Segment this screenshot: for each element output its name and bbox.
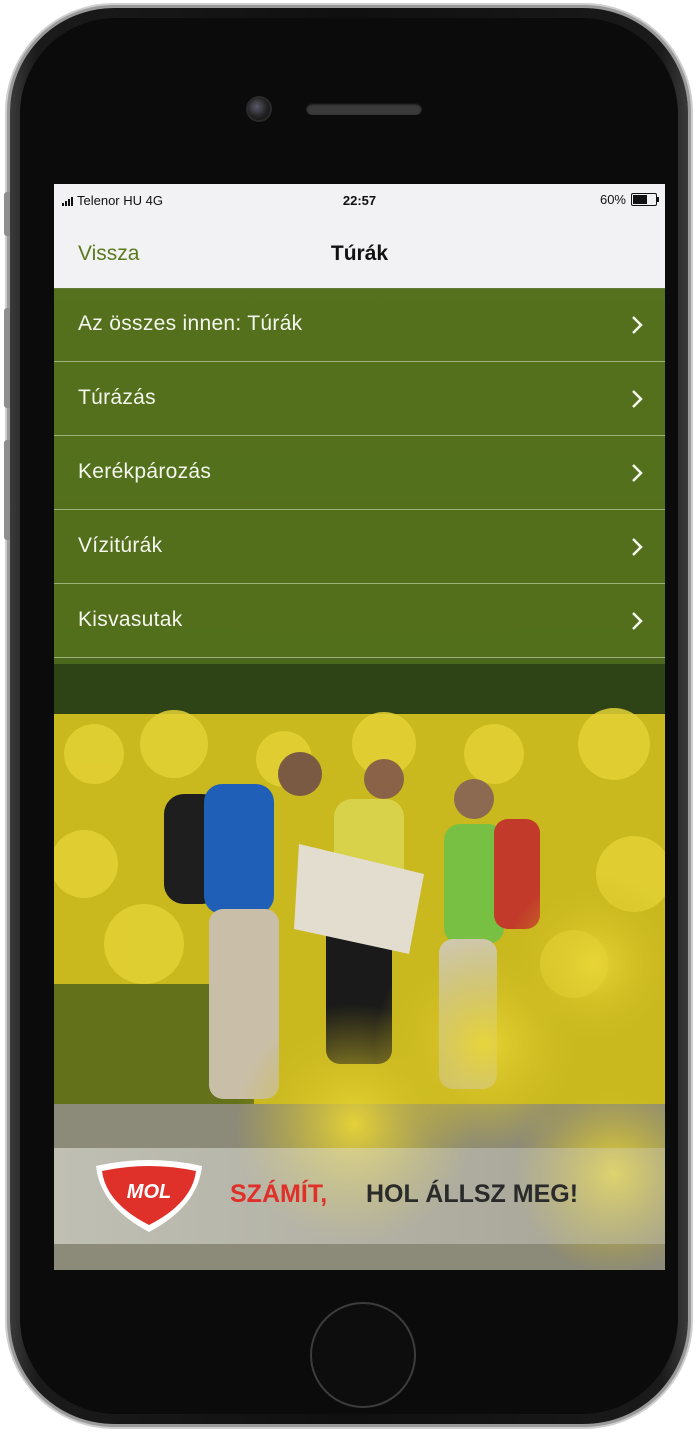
navigation-bar: Vissza Túrák — [54, 218, 665, 289]
battery-percent: 60% — [599, 192, 626, 207]
mol-logo-text: MOL — [127, 1181, 171, 1203]
list-item-cycling[interactable]: Kerékpározás — [54, 436, 665, 510]
mol-ad-banner[interactable]: MOL SZÁMÍT, HOL ÁLLSZ MEG! — [54, 1148, 665, 1244]
chevron-right-icon — [632, 390, 643, 408]
volume-up-button — [4, 308, 10, 408]
ad-slogan-text: HOL ÁLLSZ MEG! — [366, 1180, 579, 1208]
list-item-all-tours[interactable]: Az összes innen: Túrák — [54, 288, 665, 362]
chevron-right-icon — [632, 316, 643, 334]
list-item-label: Kerékpározás — [78, 460, 212, 483]
mol-logo: MOL — [96, 1160, 202, 1232]
list-item-water-tours[interactable]: Vízitúrák — [54, 510, 665, 584]
battery-icon — [631, 193, 659, 206]
list-item-hiking[interactable]: Túrázás — [54, 362, 665, 436]
volume-down-button — [4, 440, 10, 540]
front-camera — [248, 98, 270, 120]
battery-group: 60% — [599, 192, 659, 207]
ad-slogan-highlight: SZÁMÍT, — [230, 1180, 328, 1208]
list-item-narrow-gauge-railways[interactable]: Kisvasutak — [54, 584, 665, 658]
status-bar: Telenor HU 4G 22:57 60% — [54, 184, 665, 218]
list-item-label: Kisvasutak — [78, 608, 183, 631]
home-button[interactable] — [310, 1302, 416, 1408]
chevron-right-icon — [632, 464, 643, 482]
list-item-label: Az összes innen: Túrák — [78, 312, 303, 335]
chevron-right-icon — [632, 612, 643, 630]
earpiece-speaker — [306, 103, 422, 115]
list-item-label: Túrázás — [78, 386, 156, 409]
mute-switch — [4, 192, 10, 236]
category-list: Az összes innen: Túrák Túrázás Kerékpáro… — [54, 288, 665, 658]
app-screen: Telenor HU 4G 22:57 60% Vissza Túrák Az … — [54, 184, 665, 1270]
chevron-right-icon — [632, 538, 643, 556]
list-item-label: Vízitúrák — [78, 534, 163, 557]
page-title: Túrák — [330, 242, 389, 265]
clock: 22:57 — [342, 193, 377, 208]
